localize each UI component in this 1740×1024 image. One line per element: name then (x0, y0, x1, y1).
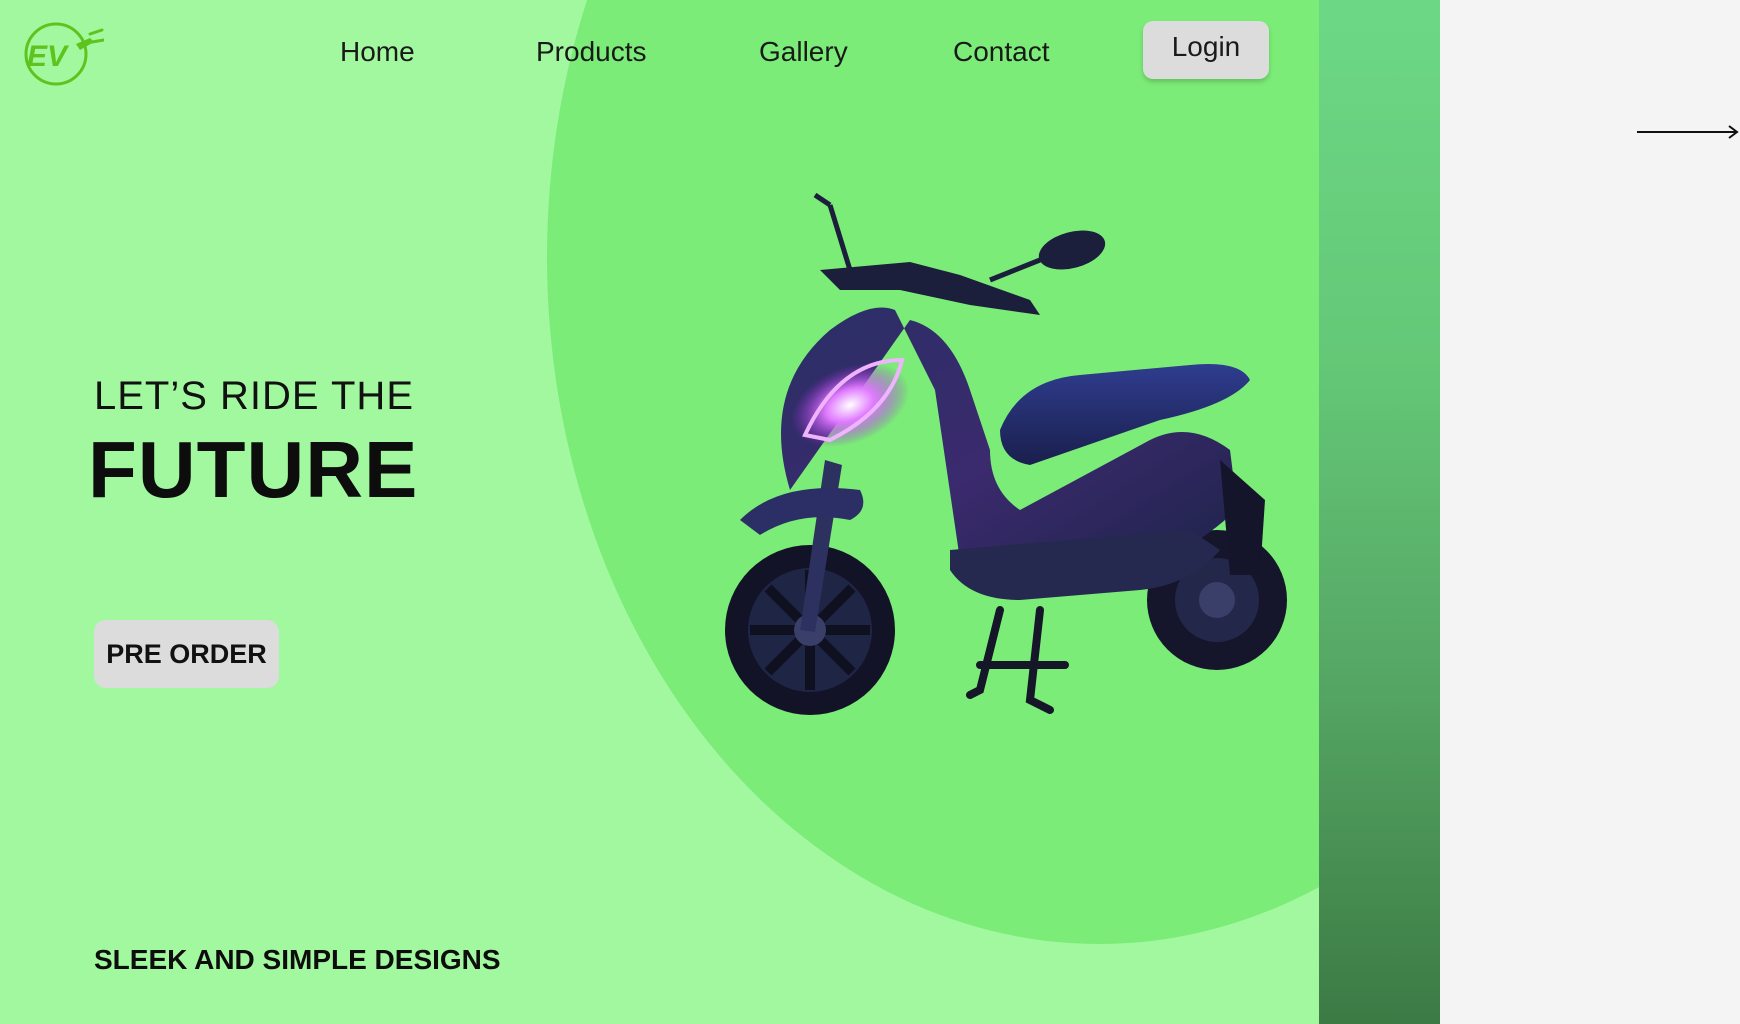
section-heading: SLEEK AND SIMPLE DESIGNS (94, 944, 501, 975)
nav-item-home[interactable]: Home (340, 36, 415, 68)
hero-subtitle: LET’S RIDE THE (94, 374, 414, 418)
arrow-right-icon[interactable] (1637, 124, 1740, 140)
nav-item-gallery[interactable]: Gallery (759, 36, 848, 68)
right-panel (1440, 0, 1740, 1024)
scooter-image (725, 192, 1287, 715)
nav-item-contact[interactable]: Contact (953, 36, 1050, 68)
main-nav: Home Products Gallery Contact Login (0, 0, 1319, 100)
hero-section: EV Home Products Gallery Contact Login L… (0, 0, 1319, 1024)
hero-title: FUTURE (88, 425, 419, 514)
login-button[interactable]: Login (1143, 21, 1269, 79)
nav-item-products[interactable]: Products (536, 36, 647, 68)
side-accent-strip (1319, 0, 1440, 1024)
pre-order-button[interactable]: PRE ORDER (94, 620, 279, 688)
